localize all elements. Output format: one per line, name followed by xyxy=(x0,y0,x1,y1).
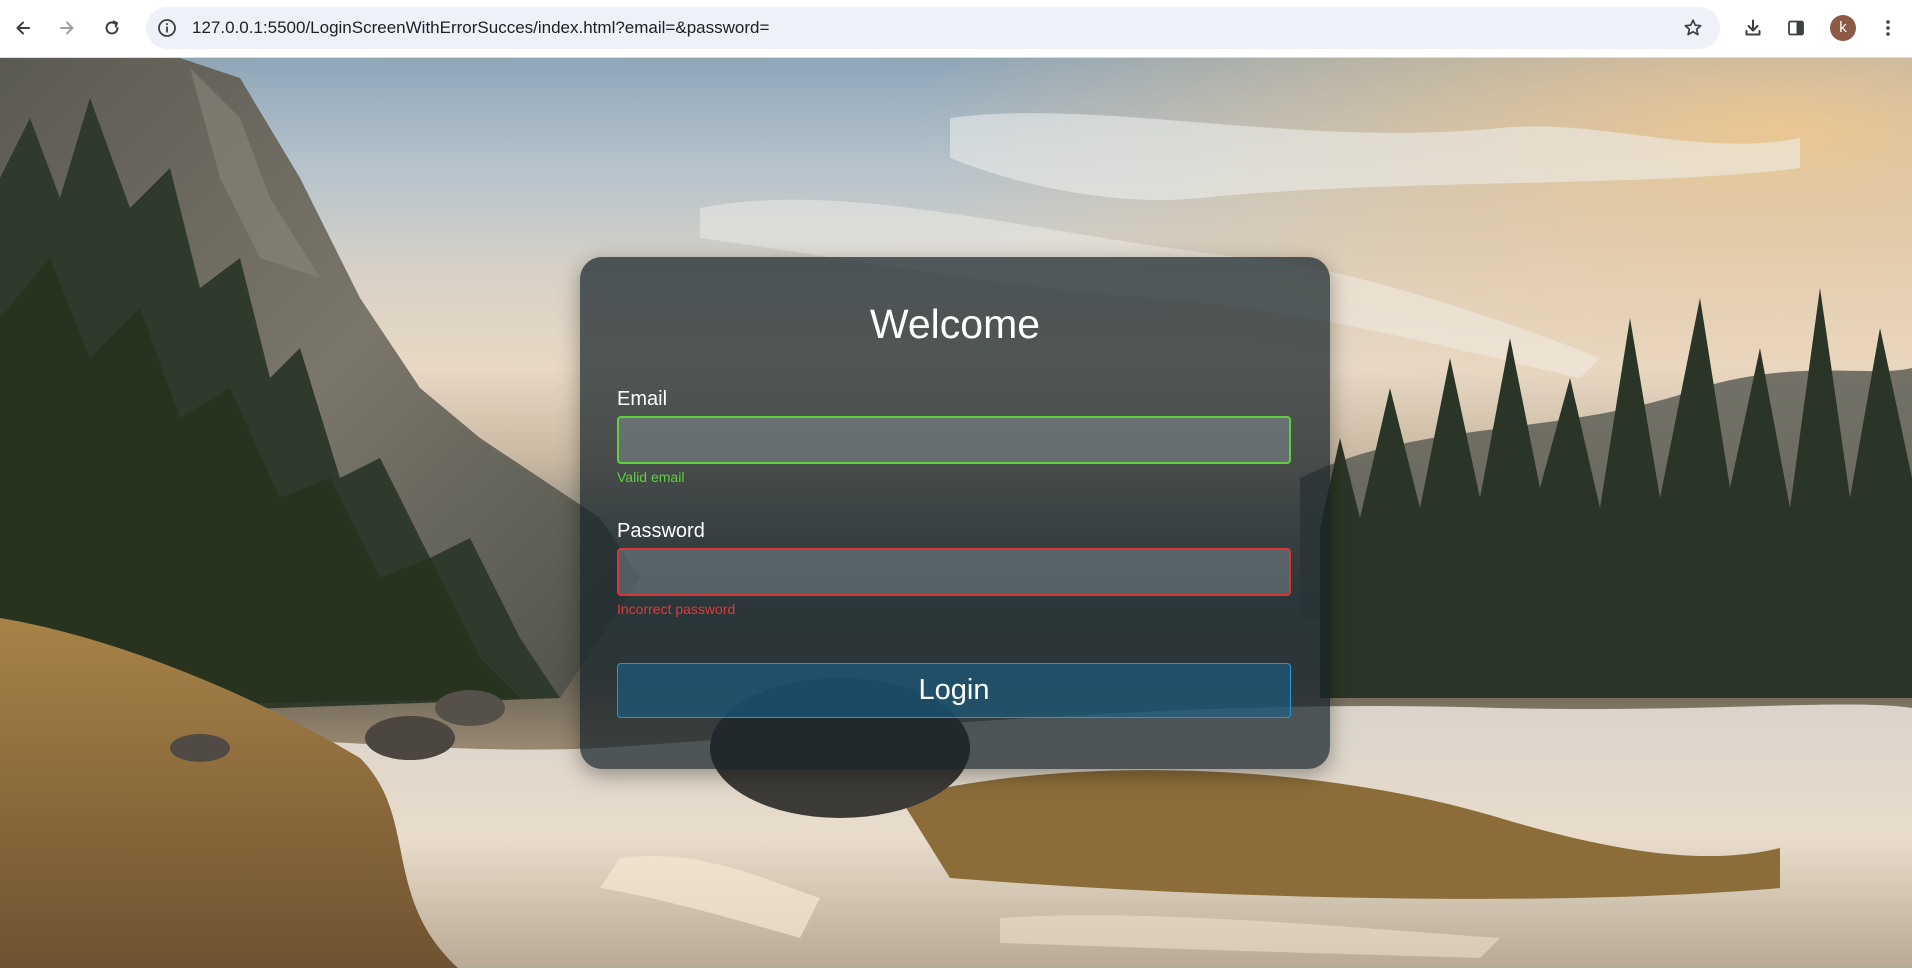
downloads-button[interactable] xyxy=(1739,14,1767,42)
login-card: Welcome Email Valid email Password Incor… xyxy=(580,257,1330,769)
forward-button[interactable] xyxy=(52,13,82,43)
welcome-title: Welcome xyxy=(869,301,1041,347)
profile-avatar[interactable]: k xyxy=(1830,15,1856,41)
side-panel-icon xyxy=(1788,20,1804,36)
address-bar[interactable]: 127.0.0.1:5500/LoginScreenWithErrorSucce… xyxy=(146,7,1720,49)
browser-toolbar: 127.0.0.1:5500/LoginScreenWithErrorSucce… xyxy=(0,0,1912,58)
password-label: Password xyxy=(617,520,705,542)
kebab-menu-icon xyxy=(1886,20,1890,36)
url-text[interactable]: 127.0.0.1:5500/LoginScreenWithErrorSucce… xyxy=(192,7,769,49)
login-button[interactable]: Login xyxy=(617,663,1291,718)
side-panel-button[interactable] xyxy=(1782,14,1810,42)
info-icon[interactable] xyxy=(156,17,178,39)
bookmark-star-button[interactable] xyxy=(1682,17,1704,39)
browser-menu-button[interactable] xyxy=(1874,14,1902,42)
back-button[interactable] xyxy=(8,13,38,43)
forward-arrow-icon xyxy=(60,21,74,35)
email-label: Email xyxy=(617,388,668,410)
password-error-message: Incorrect password xyxy=(617,601,736,617)
download-icon xyxy=(1745,19,1761,36)
back-arrow-icon xyxy=(16,21,30,35)
email-valid-message: Valid email xyxy=(617,469,685,485)
reload-icon xyxy=(105,20,119,35)
reload-button[interactable] xyxy=(97,13,127,43)
page-viewport: Welcome Email Valid email Password Incor… xyxy=(0,58,1912,970)
star-icon xyxy=(1684,19,1702,36)
email-field[interactable] xyxy=(617,416,1291,464)
password-field[interactable] xyxy=(617,548,1291,596)
